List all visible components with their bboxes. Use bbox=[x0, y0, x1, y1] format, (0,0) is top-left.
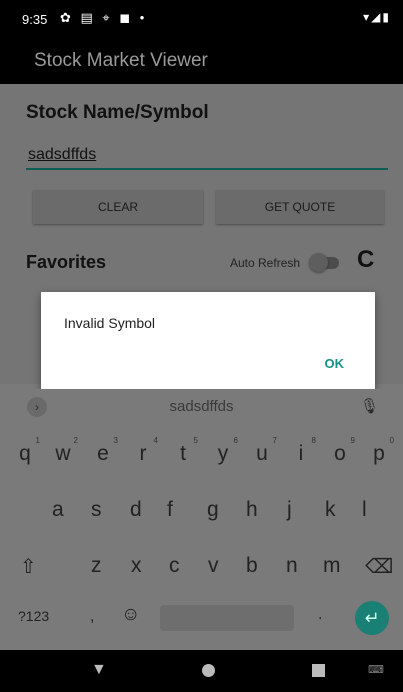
emoji-icon[interactable]: ☺ bbox=[121, 604, 140, 626]
key-o[interactable]: o9 bbox=[327, 436, 355, 466]
key-hint: 8 bbox=[311, 436, 316, 445]
space-key[interactable] bbox=[160, 605, 294, 631]
key-label: e bbox=[97, 442, 109, 465]
backspace-icon[interactable]: ⌫ bbox=[365, 554, 393, 579]
key-e[interactable]: e3 bbox=[90, 436, 118, 466]
keyboard-suggestion-bar: › sadsdffds 🎙 bbox=[0, 389, 403, 424]
key-d[interactable]: d bbox=[130, 498, 142, 522]
enter-icon[interactable]: ↵ bbox=[355, 601, 389, 635]
key-q[interactable]: q1 bbox=[12, 436, 40, 466]
stock-symbol-label: Stock Name/Symbol bbox=[26, 102, 209, 123]
key-y[interactable]: y6 bbox=[210, 436, 238, 466]
microphone-icon[interactable]: 🎙 bbox=[360, 397, 379, 415]
key-l[interactable]: l bbox=[362, 498, 367, 522]
toggle-knob bbox=[309, 253, 328, 272]
shift-icon[interactable]: ⇧ bbox=[20, 554, 37, 579]
key-n[interactable]: n bbox=[286, 554, 298, 578]
app-bar: Stock Market Viewer bbox=[0, 38, 403, 84]
key-hint: 0 bbox=[389, 436, 394, 445]
keyboard-switch-icon[interactable]: ⌨ bbox=[368, 663, 384, 676]
status-bar: 9:35 ✿ ▤ ⌖ ◼ • ▾◢▮ bbox=[0, 0, 403, 38]
signal-battery-icons: ▾◢▮ bbox=[363, 10, 391, 24]
refresh-icon[interactable]: C bbox=[357, 246, 374, 274]
get-quote-button[interactable]: GET QUOTE bbox=[216, 190, 384, 224]
key-h[interactable]: h bbox=[246, 498, 258, 522]
key-label: w bbox=[55, 442, 71, 465]
key-t[interactable]: t5 bbox=[170, 436, 198, 466]
clear-button[interactable]: CLEAR bbox=[33, 190, 203, 224]
favorites-label: Favorites bbox=[26, 252, 107, 272]
invalid-symbol-dialog: Invalid Symbol OK bbox=[41, 292, 375, 389]
system-nav-bar: ▼ ⌨ bbox=[0, 650, 403, 692]
app-title: Stock Market Viewer bbox=[34, 50, 208, 71]
key-c[interactable]: c bbox=[169, 554, 180, 578]
key-label: i bbox=[298, 442, 304, 465]
key-label: p bbox=[373, 442, 385, 465]
dialog-ok-button[interactable]: OK bbox=[325, 356, 345, 371]
key-hint: 4 bbox=[153, 436, 158, 445]
key-g[interactable]: g bbox=[207, 498, 219, 522]
suggestion-word[interactable]: sadsdffds bbox=[0, 398, 403, 415]
key-a[interactable]: a bbox=[52, 498, 64, 522]
auto-refresh-toggle[interactable] bbox=[309, 252, 341, 272]
symbols-key[interactable]: ?123 bbox=[18, 608, 49, 624]
key-b[interactable]: b bbox=[246, 554, 258, 578]
key-hint: 7 bbox=[272, 436, 277, 445]
status-time: 9:35 bbox=[22, 12, 48, 27]
key-label: o bbox=[334, 442, 346, 465]
key-k[interactable]: k bbox=[325, 498, 336, 522]
key-i[interactable]: i8 bbox=[288, 436, 316, 466]
key-w[interactable]: w2 bbox=[50, 436, 78, 466]
home-icon[interactable] bbox=[202, 664, 215, 677]
key-m[interactable]: m bbox=[323, 554, 341, 578]
soft-keyboard: q1w2e3r4t5y6u7i8o9p0 asdfghjkl ⇧ z x c v b n m ⌫… bbox=[0, 424, 403, 650]
key-label: t bbox=[180, 442, 186, 465]
key-s[interactable]: s bbox=[91, 498, 102, 522]
stock-symbol-input-value: sadsdffds bbox=[28, 146, 97, 163]
stock-symbol-input[interactable]: sadsdffds bbox=[26, 142, 388, 170]
dialog-message: Invalid Symbol bbox=[64, 315, 156, 331]
key-u[interactable]: u7 bbox=[249, 436, 277, 466]
key-p[interactable]: p0 bbox=[366, 436, 394, 466]
key-hint: 3 bbox=[113, 436, 118, 445]
key-label: u bbox=[256, 442, 268, 465]
key-r[interactable]: r4 bbox=[130, 436, 159, 466]
key-hint: 6 bbox=[233, 436, 238, 445]
key-hint: 1 bbox=[35, 436, 40, 445]
back-icon[interactable]: ▼ bbox=[91, 661, 107, 679]
key-f[interactable]: f bbox=[167, 498, 173, 522]
key-label: q bbox=[19, 442, 31, 465]
key-j[interactable]: j bbox=[287, 498, 292, 522]
notification-icons: ✿ ▤ ⌖ ◼ • bbox=[60, 10, 148, 25]
key-z[interactable]: z bbox=[91, 554, 102, 578]
recents-icon[interactable] bbox=[312, 664, 325, 677]
auto-refresh-label: Auto Refresh bbox=[230, 256, 301, 270]
key-hint: 5 bbox=[193, 436, 198, 445]
comma-key[interactable]: , bbox=[90, 608, 94, 626]
key-v[interactable]: v bbox=[208, 554, 219, 578]
key-hint: 9 bbox=[350, 436, 355, 445]
period-key[interactable]: . bbox=[318, 606, 322, 624]
key-label: y bbox=[217, 442, 229, 465]
key-x[interactable]: x bbox=[131, 554, 142, 578]
key-hint: 2 bbox=[73, 436, 78, 445]
key-label: r bbox=[139, 442, 147, 465]
